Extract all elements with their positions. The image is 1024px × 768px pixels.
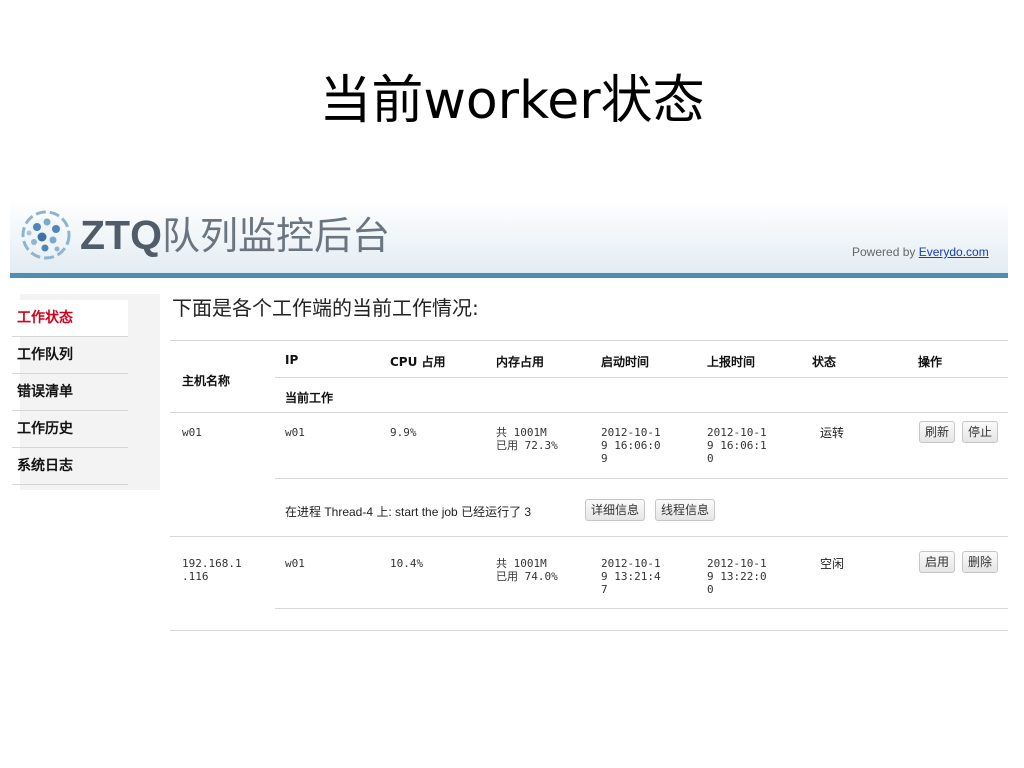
column-header-memory: 内存占用 <box>496 355 545 369</box>
table-top-border <box>170 340 1008 341</box>
powered-link[interactable]: Everydo.com <box>919 245 989 259</box>
header-divider <box>275 377 1008 378</box>
cell-report-time: 2012-10-1 9 13:22:0 0 <box>707 557 767 596</box>
table-bottom-border <box>170 630 1008 631</box>
stop-button[interactable]: 停止 <box>962 421 999 443</box>
cell-ip: w01 <box>285 426 305 439</box>
cell-ip: w01 <box>285 557 305 570</box>
delete-button[interactable]: 删除 <box>962 551 999 573</box>
globe-logo-icon <box>21 210 71 260</box>
sidebar-item-work-history[interactable]: 工作历史 <box>12 411 128 448</box>
powered-prefix: Powered by <box>852 245 919 259</box>
slide-title: 当前worker状态 <box>319 71 705 131</box>
cell-report-time: 2012-10-1 9 16:06:1 0 <box>707 426 767 465</box>
cell-host: w01 <box>182 426 202 439</box>
row-divider <box>275 608 1008 609</box>
sidebar-item-work-queue[interactable]: 工作队列 <box>12 337 128 374</box>
header-accent-bar <box>10 273 1008 278</box>
header-bottom-border <box>170 412 1008 413</box>
column-header-host: 主机名称 <box>182 374 231 388</box>
brand-subtitle: 队列监控后台 <box>161 214 390 258</box>
column-header-ip: IP <box>285 353 299 367</box>
cell-memory: 共 1001M 已用 74.0% <box>496 557 558 583</box>
powered-by: Powered by Everydo.com <box>852 245 989 259</box>
cell-status: 运转 <box>820 426 845 440</box>
cell-cpu: 9.9% <box>390 426 417 439</box>
row-divider <box>275 478 1008 479</box>
column-header-actions: 操作 <box>918 355 943 369</box>
app-logo: ZTQ队列监控后台 <box>80 208 390 263</box>
current-work-text: 在进程 Thread-4 上: start the job 已经运行了 3 <box>285 505 532 519</box>
page-heading: 下面是各个工作端的当前工作情况: <box>172 296 479 320</box>
cell-memory: 共 1001M 已用 72.3% <box>496 426 558 452</box>
column-header-report-time: 上报时间 <box>707 355 756 369</box>
column-header-start-time: 启动时间 <box>601 355 650 369</box>
enable-button[interactable]: 启用 <box>919 551 956 573</box>
sidebar-item-error-list[interactable]: 错误清单 <box>12 374 128 411</box>
details-button[interactable]: 详细信息 <box>585 499 646 521</box>
sidebar-item-work-status[interactable]: 工作状态 <box>12 300 128 337</box>
brand-name: ZTQ <box>80 212 162 258</box>
column-header-current-work: 当前工作 <box>285 391 334 405</box>
cell-start-time: 2012-10-1 9 16:06:0 9 <box>601 426 661 465</box>
refresh-button[interactable]: 刷新 <box>919 421 956 443</box>
sidebar-item-system-log[interactable]: 系统日志 <box>12 448 128 485</box>
cell-host: 192.168.1 .116 <box>182 557 242 583</box>
thread-info-button[interactable]: 线程信息 <box>655 499 716 521</box>
cell-status: 空闲 <box>820 557 845 571</box>
column-header-status: 状态 <box>812 355 837 369</box>
cell-start-time: 2012-10-1 9 13:21:4 7 <box>601 557 661 596</box>
row-separator <box>170 536 1008 537</box>
column-header-cpu: CPU 占用 <box>390 355 446 369</box>
cell-cpu: 10.4% <box>390 557 424 570</box>
